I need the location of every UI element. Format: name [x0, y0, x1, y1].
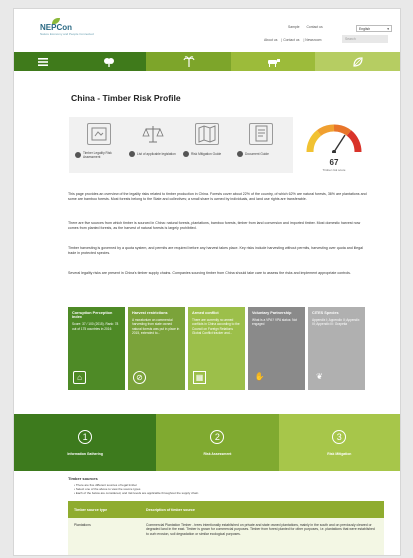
card-title: Voluntary Partnership — [252, 311, 292, 315]
page-title: China - Timber Risk Profile — [71, 93, 181, 103]
page-container: NEPCon Nature Economy and People Connect… — [13, 8, 401, 556]
grid-icon: ▦ — [193, 371, 206, 384]
gauge-value: 67 — [329, 158, 339, 167]
search-input[interactable]: Search — [342, 35, 388, 43]
nav-link-contact[interactable]: Contact us — [283, 38, 299, 42]
step-risk-assessment[interactable]: 2 Risk Assessment — [156, 414, 279, 471]
main-navbar — [14, 52, 400, 71]
sources-paragraph: There are five sources from which timber… — [68, 221, 361, 230]
table-row: Plantations Commercial Plantation Timber… — [68, 518, 384, 555]
step-label: Risk Assessment — [203, 451, 232, 456]
fact-label: Document Guide — [245, 152, 269, 156]
gauge-needle — [333, 134, 346, 153]
table-cell-type: Plantations — [74, 523, 91, 527]
house-icon: ⌂ — [73, 371, 86, 384]
column-header: Description of timber source — [146, 507, 195, 512]
nav-tab-timber[interactable] — [71, 52, 147, 71]
info-cards: Corruption Perception Index Score: 37 / … — [68, 307, 365, 390]
card-text: Score: 37 / 100 (2015). Rank: 78 out of … — [72, 322, 119, 331]
secondary-nav: About us | Contact us | Newsroom — [264, 38, 322, 42]
tree-legality-icon — [87, 123, 111, 145]
tree-icon — [104, 57, 114, 67]
nav-link-newsroom[interactable]: Newsroom — [305, 38, 321, 42]
cattle-icon — [268, 58, 281, 67]
arrow-circle-icon — [183, 151, 189, 157]
arrow-circle-icon — [237, 151, 243, 157]
step-number: 1 — [78, 429, 93, 444]
card-vpa[interactable]: Voluntary Partnership What is a VPA? VPA… — [248, 307, 305, 390]
document-icon — [249, 123, 273, 145]
card-harvest[interactable]: Harvest restrictions A moratorium on com… — [128, 307, 185, 390]
timber-sources-table: Timber source type Description of timber… — [68, 501, 384, 555]
risk-gauge — [306, 124, 362, 153]
table-header: Timber source type Description of timber… — [68, 501, 384, 518]
top-links: Sample Contact us — [288, 25, 329, 29]
card-title: Harvest restrictions — [132, 311, 168, 315]
card-title: Armed conflict — [192, 311, 219, 315]
scales-icon — [141, 123, 165, 145]
menu-button[interactable] — [14, 52, 72, 71]
step-number: 3 — [332, 429, 347, 444]
arrow-circle-icon — [129, 151, 135, 157]
card-title: Corruption Perception Index — [72, 311, 113, 320]
fact-item-document[interactable]: Document Guide — [237, 123, 285, 157]
card-corruption[interactable]: Corruption Perception Index Score: 37 / … — [68, 307, 125, 390]
intro-paragraph: This page provides an overview of the le… — [68, 192, 367, 201]
logo[interactable]: NEPCon Nature Economy and People Connect… — [40, 23, 94, 36]
fact-label: Timber Legality Risk Assessment — [83, 151, 112, 159]
card-text: There are currently no armed conflicts i… — [192, 318, 240, 335]
card-cites[interactable]: CITES Species Appendix I; Appendix II; A… — [308, 307, 365, 390]
logo-text: NEPCon — [40, 23, 72, 32]
cites-icon: ❦ — [316, 372, 323, 381]
step-label: Risk Mitigation — [327, 451, 352, 456]
step-label: Information Gathering — [67, 451, 103, 456]
language-select[interactable]: English ▾ — [356, 25, 392, 32]
fact-label: Risk Mitigation Guide — [191, 152, 222, 156]
fact-label: List of applicable legislation — [137, 152, 176, 156]
arrow-circle-icon — [75, 152, 81, 158]
timber-sources-list: • There are five different sources of le… — [74, 483, 198, 495]
list-item: • Each of the below are considered, and … — [74, 491, 199, 495]
hamburger-icon — [37, 57, 48, 66]
fact-item-legislation[interactable]: List of applicable legislation — [129, 123, 177, 157]
card-text: A moratorium on commercial harvesting fr… — [132, 318, 180, 335]
nav-tab-cattle[interactable] — [230, 52, 316, 71]
language-value: English — [359, 27, 371, 31]
search-placeholder: Search — [345, 37, 356, 41]
column-header: Timber source type — [74, 507, 108, 512]
step-number: 2 — [210, 429, 225, 444]
card-text: Appendix I; Appendix II; Appendix III; A… — [312, 318, 360, 327]
nav-tab-soy[interactable] — [315, 52, 400, 71]
risks-paragraph: Several legality risks are present in Ch… — [68, 271, 351, 275]
top-link-sample[interactable]: Sample — [288, 25, 300, 29]
card-conflict[interactable]: Armed conflict There are currently no ar… — [188, 307, 245, 390]
fact-item-legality[interactable]: Timber Legality Risk Assessment — [75, 123, 123, 159]
nav-link-about[interactable]: About us — [264, 38, 277, 42]
process-steps: 1 Information Gathering 2 Risk Assessmen… — [14, 414, 400, 471]
fact-item-mitigation[interactable]: Risk Mitigation Guide — [183, 123, 231, 157]
top-link-contact[interactable]: Contact us — [306, 25, 322, 29]
card-text: What is a VPA? VPA status: Not engaged — [252, 318, 298, 327]
table-cell-description: Commercial Plantation Timber - trees int… — [146, 523, 375, 536]
gauge-label: Timber risk score — [322, 168, 346, 172]
timber-sources-heading: Timber sources — [68, 476, 98, 481]
header: NEPCon Nature Economy and People Connect… — [14, 9, 400, 53]
step-risk-mitigation[interactable]: 3 Risk Mitigation — [278, 414, 400, 471]
nav-tab-palm-oil[interactable] — [146, 52, 231, 71]
harvest-paragraph: Timber harvesting is governed by a quota… — [68, 246, 363, 255]
logo-tagline: Nature Economy and People Connected — [40, 32, 94, 36]
leaf-icon — [353, 56, 363, 67]
step-information-gathering[interactable]: 1 Information Gathering — [14, 414, 157, 471]
fact-links: Timber Legality Risk Assessment List of … — [69, 117, 293, 173]
card-title: CITES Species — [312, 311, 339, 315]
chevron-down-icon: ▾ — [387, 27, 389, 31]
palm-tree-icon — [183, 55, 195, 67]
ban-icon: ⊘ — [133, 371, 146, 384]
handshake-icon: ✋ — [254, 372, 265, 381]
map-icon — [195, 123, 219, 145]
